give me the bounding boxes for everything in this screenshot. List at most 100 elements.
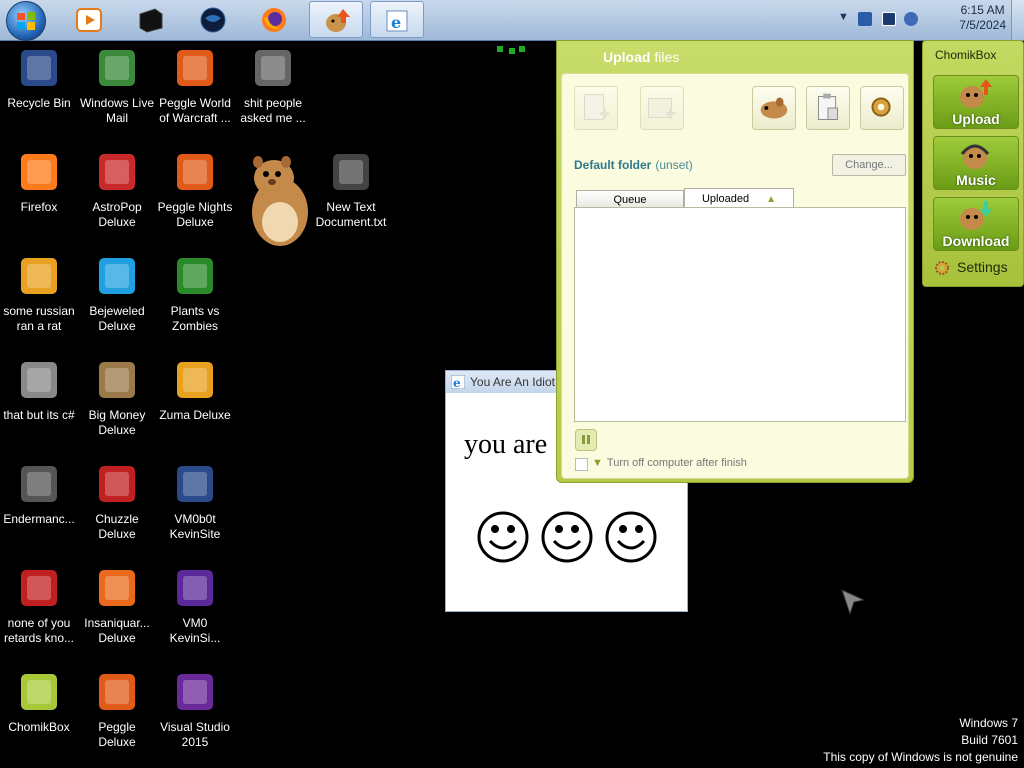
firefox-icon: [15, 148, 63, 196]
desktop-icon[interactable]: Plants vs Zombies: [156, 252, 234, 334]
clipboard-button[interactable]: [806, 86, 850, 130]
windows-watermark: Windows 7 Build 7601 This copy of Window…: [823, 715, 1018, 766]
upload-window-title: Upload files: [603, 49, 679, 65]
clipboard-icon: [817, 93, 839, 120]
desktop-icon[interactable]: Chuzzle Deluxe: [78, 460, 156, 542]
music-button[interactable]: Music: [933, 136, 1019, 190]
desktop-icon-label: Plants vs Zombies: [170, 304, 220, 333]
desktop-icon[interactable]: Peggle World of Warcraft ...: [156, 44, 234, 126]
desktop-icon-label: Endermanc...: [3, 512, 75, 526]
internet-explorer-icon: e: [386, 10, 408, 32]
desktop-icon[interactable]: Zuma Deluxe: [156, 356, 234, 423]
upload-files-window[interactable]: Upload files Default folder (unset) Chang…: [556, 40, 914, 483]
upload-settings-button[interactable]: [860, 86, 904, 130]
desktop-icon-label: none of you retards kno...: [3, 616, 75, 645]
show-desktop-button[interactable]: [1011, 0, 1024, 40]
desktop-icon-label: that but its c#: [3, 408, 75, 422]
desktop-icon[interactable]: shit people asked me ...: [234, 44, 312, 126]
internet-explorer-icon: e: [451, 375, 465, 389]
volume-icon[interactable]: [904, 12, 918, 26]
idiot-window-title: You Are An Idiot: [470, 375, 555, 389]
desktop-icon-label: Big Money Deluxe: [88, 408, 146, 437]
desktop-icon-label: Zuma Deluxe: [159, 408, 231, 422]
globe-icon: [200, 7, 226, 33]
insaniquarium-icon: [93, 564, 141, 612]
taskbar-black-app[interactable]: [124, 1, 178, 38]
add-folder-button[interactable]: [640, 86, 684, 130]
desktop-icon[interactable]: ChomikBox: [0, 668, 78, 735]
taskbar-media-player[interactable]: [62, 1, 116, 38]
add-files-button[interactable]: [574, 86, 618, 130]
desktop-icon[interactable]: Peggle Deluxe: [78, 668, 156, 750]
settings-label: Settings: [957, 259, 1008, 275]
taskbar: e ▼ 6:15 AM 7/5/2024: [0, 0, 1024, 41]
text-document-icon: [327, 148, 375, 196]
green-artifact-icon: [497, 46, 525, 54]
hamster-sprite-icon: [252, 156, 308, 246]
tab-queue[interactable]: Queue: [576, 190, 684, 208]
pause-button[interactable]: [575, 429, 597, 451]
hamster-upload-icon: [960, 79, 992, 108]
expand-triangle-icon: ▼: [592, 457, 603, 469]
desktop-icon[interactable]: Firefox: [0, 148, 78, 215]
chomikbox-panel: ChomikBox Upload Music Download Settings: [922, 40, 1024, 287]
upload-window-body: Default folder (unset) Change... Queue Up…: [561, 73, 909, 479]
clock-time: 6:15 AM: [960, 3, 1005, 17]
desktop-icon-label: Peggle Nights Deluxe: [157, 200, 233, 229]
mouse-cursor-icon: [841, 589, 866, 616]
desktop-icon[interactable]: New Text Document.txt: [312, 148, 390, 230]
desktop-icon[interactable]: Windows Live Mail: [78, 44, 156, 126]
chomik-upload-button[interactable]: [752, 86, 796, 130]
endermanch-icon: [15, 460, 63, 508]
smiley-faces: [477, 511, 657, 563]
uploaded-files-list[interactable]: [574, 207, 906, 422]
smiley-face-icon: [541, 511, 593, 563]
turn-off-checkbox[interactable]: [575, 458, 588, 471]
taskbar-globe[interactable]: [186, 1, 240, 38]
watermark-genuine: This copy of Windows is not genuine: [823, 750, 1018, 764]
desktop-icon[interactable]: Endermanc...: [0, 460, 78, 527]
desktop-icon-label: Chuzzle Deluxe: [95, 512, 139, 541]
desktop-icon[interactable]: none of you retards kno...: [0, 564, 78, 646]
desktop-icon[interactable]: Insaniquar... Deluxe: [78, 564, 156, 646]
start-button[interactable]: [6, 1, 46, 41]
desktop-icon[interactable]: VM0b0t KevinSite: [156, 460, 234, 542]
desktop-icon-label: VM0 KevinSi...: [169, 616, 221, 645]
rat-file-icon: [15, 252, 63, 300]
plants-vs-zombies-icon: [171, 252, 219, 300]
taskbar-firefox[interactable]: [247, 1, 301, 38]
hamster-music-icon: [960, 144, 990, 169]
desktop-icon[interactable]: some russian ran a rat: [0, 252, 78, 334]
tray-overflow-chevron-icon[interactable]: ▼: [838, 11, 849, 23]
peggle-wow-icon: [171, 44, 219, 92]
desktop-icon-label: New Text Document.txt: [315, 200, 387, 229]
desktop-icon[interactable]: Recycle Bin: [0, 44, 78, 111]
desktop-icon-label: ChomikBox: [8, 720, 70, 734]
clock[interactable]: 6:15 AM 7/5/2024: [959, 3, 1006, 33]
desktop-icon[interactable]: Visual Studio 2015: [156, 668, 234, 750]
taskbar-chomikbox[interactable]: [309, 1, 363, 38]
idiot-message: you are: [464, 429, 548, 460]
change-folder-button[interactable]: Change...: [832, 154, 906, 176]
vm-icon: [171, 460, 219, 508]
desktop-icon[interactable]: VM0 KevinSi...: [156, 564, 234, 646]
desktop-icon[interactable]: Peggle Nights Deluxe: [156, 148, 234, 230]
desktop-icon[interactable]: that but its c#: [0, 356, 78, 423]
desktop-icon[interactable]: Big Money Deluxe: [78, 356, 156, 438]
settings-link[interactable]: Settings: [933, 259, 1008, 277]
turn-off-label[interactable]: ▼ Turn off computer after finish: [592, 457, 747, 469]
network-icon[interactable]: [882, 12, 896, 26]
windows-logo-icon: [17, 12, 35, 30]
tab-uploaded[interactable]: Uploaded ▲: [684, 188, 794, 208]
unknown-file-icon: [15, 564, 63, 612]
download-button[interactable]: Download: [933, 197, 1019, 251]
bejeweled-icon: [93, 252, 141, 300]
astropop-icon: [93, 148, 141, 196]
upload-button[interactable]: Upload: [933, 75, 1019, 129]
tray-app-icon[interactable]: [858, 12, 872, 26]
taskbar-internet-explorer[interactable]: e: [370, 1, 424, 38]
visual-studio-icon: [171, 668, 219, 716]
peggle-nights-icon: [171, 148, 219, 196]
desktop-icon[interactable]: Bejeweled Deluxe: [78, 252, 156, 334]
desktop-icon[interactable]: AstroPop Deluxe: [78, 148, 156, 230]
